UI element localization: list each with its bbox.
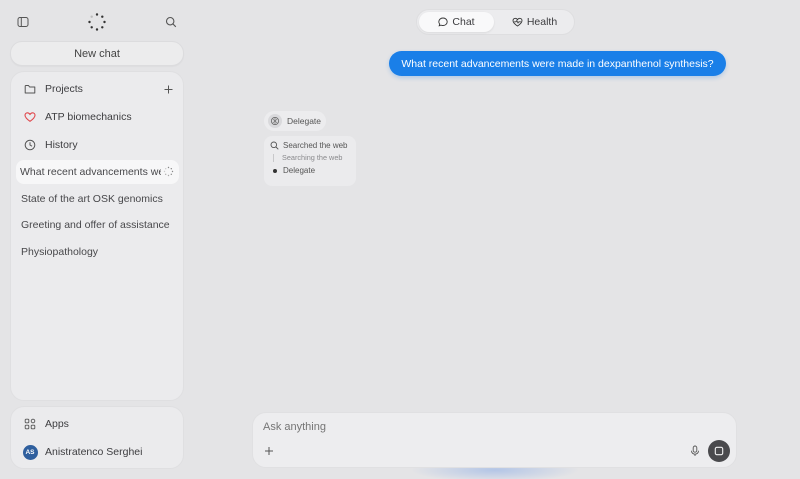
sidebar-item-label: Apps	[45, 418, 69, 430]
chat-history-item[interactable]: State of the art OSK genomics	[17, 187, 189, 211]
avatar: AS	[22, 444, 38, 460]
new-chat-button[interactable]: New chat	[10, 41, 184, 66]
tab-label: Chat	[452, 16, 475, 28]
sidebar-item-label: ATP biomechanics	[45, 111, 132, 123]
apps-grid-icon	[21, 415, 39, 433]
agent-logo-icon	[268, 114, 282, 128]
sidebar-item-history[interactable]: History	[17, 133, 179, 157]
heart-pulse-icon	[512, 17, 523, 27]
microphone-icon[interactable]	[684, 440, 706, 462]
add-attachment-icon[interactable]	[258, 440, 280, 462]
tab-label: Health	[526, 16, 558, 28]
chat-history-title: What recent advancements were made in de…	[20, 166, 161, 178]
step-label: Searching the web	[282, 153, 343, 162]
toggle-sidebar-icon[interactable]	[10, 9, 36, 35]
step-delegate: Delegate	[270, 166, 315, 175]
search-icon	[270, 141, 279, 150]
sidebar-item-apps[interactable]: Apps	[17, 412, 179, 436]
mode-toggle: Chat Health	[416, 9, 575, 35]
step-label: Delegate	[283, 166, 316, 175]
heart-icon	[21, 108, 39, 126]
add-project-icon[interactable]	[159, 80, 177, 98]
delegate-chip-label: Delegate	[287, 116, 322, 126]
step-connector	[273, 153, 274, 162]
bullet-dot-icon	[270, 168, 279, 173]
chat-input[interactable]	[263, 419, 703, 435]
sidebar-bottom-panel: Apps AS Anistratenco Serghei	[10, 406, 184, 469]
composer	[252, 412, 737, 468]
sidebar-item-label: History	[45, 139, 78, 151]
loading-spinner-icon	[163, 166, 174, 180]
stop-icon	[714, 446, 724, 456]
user-message-bubble: What recent advancements were made in de…	[389, 51, 726, 76]
stop-button[interactable]	[708, 440, 730, 462]
tab-chat[interactable]: Chat	[419, 12, 494, 32]
agent-steps-panel: Searched the web Searching the web Deleg…	[264, 136, 356, 186]
clock-icon	[21, 136, 39, 154]
loading-spinner-icon	[84, 9, 110, 35]
chat-history-item[interactable]: Physiopathology	[17, 240, 189, 264]
chat-history-title: Greeting and offer of assistance	[21, 219, 170, 231]
sidebar-item-projects[interactable]: Projects	[17, 77, 179, 101]
sidebar-top-row	[10, 8, 184, 36]
user-profile-button[interactable]: AS Anistratenco Serghei	[17, 440, 179, 464]
chat-history-item[interactable]: What recent advancements were made in de…	[16, 160, 179, 184]
user-name: Anistratenco Serghei	[45, 446, 143, 458]
chat-bubble-icon	[438, 17, 449, 27]
tab-health[interactable]: Health	[497, 12, 572, 32]
search-icon[interactable]	[158, 9, 184, 35]
chat-history-item[interactable]: Greeting and offer of assistance	[17, 213, 189, 237]
chat-history-title: Physiopathology	[21, 246, 99, 258]
step-searching: Searching the web	[273, 153, 342, 162]
folder-icon	[21, 80, 39, 98]
sidebar: New chat Projects ATP biomechanics Histo…	[0, 0, 193, 479]
avatar-wrapper: AS	[21, 443, 39, 461]
delegate-chip[interactable]: Delegate	[264, 111, 326, 131]
sidebar-panel: Projects ATP biomechanics History What r…	[10, 71, 184, 401]
step-label: Searched the web	[283, 141, 348, 150]
sidebar-item-label: Projects	[45, 83, 83, 95]
sidebar-item-atp-biomechanics[interactable]: ATP biomechanics	[17, 105, 179, 129]
step-searched: Searched the web	[270, 141, 348, 150]
chat-history-title: State of the art OSK genomics	[21, 193, 163, 205]
